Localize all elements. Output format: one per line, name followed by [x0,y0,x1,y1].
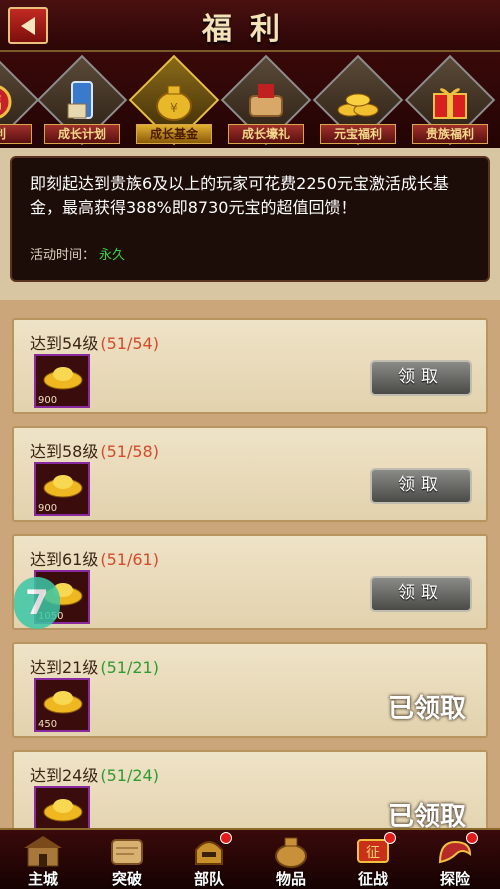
bag-icon [275,837,307,868]
tab-label: 成长壕礼 [228,124,304,144]
claim-button[interactable]: 领取 [370,360,472,396]
city-gate-icon [24,836,62,867]
tab-growth-fund[interactable]: ¥ 成长基金 [128,54,220,148]
reward-card: 达到21级 (51/21) 450 已领取 [12,642,488,738]
activity-time: 活动时间： 永久 [30,244,125,263]
page-title: 福利 [202,12,298,47]
tab-noble-welfare[interactable]: 贵族福利 [404,54,496,148]
level-progress: (51/58) [100,442,159,461]
claim-button[interactable]: 领取 [370,576,472,612]
reward-item-slot[interactable]: 900 [34,354,90,408]
reward-card: 达到58级 (51/58) 900 领取 [12,426,488,522]
level-requirement: 达到58级 (51/58) [30,442,159,461]
nav-label: 突破 [111,870,142,888]
alert-dot [466,832,478,844]
reward-card: 达到54级 (51/54) 900 领取 [12,318,488,414]
alert-dot [384,832,396,844]
tab-label: 成长基金 [136,124,212,144]
reward-card: 达到61级(51/61) 1050 领取 [12,534,488,630]
nav-label: 主城 [27,870,58,888]
tab-welfare[interactable]: 福 福利 [0,54,40,148]
tab-ingot-welfare[interactable]: 元宝福利 [312,54,404,148]
item-quantity: 900 [38,503,58,514]
nav-breakthrough[interactable]: 突破 [92,832,162,888]
level-progress: (51/21) [100,658,159,677]
level-requirement: 达到21级 (51/21) [30,658,159,677]
gold-ingot-icon [43,475,83,498]
level-requirement: 达到61级 (51/61) [30,550,159,569]
scroll-map-icon [111,839,143,865]
reward-item-slot[interactable]: 450 [34,678,90,732]
reward-item-slot[interactable] [34,786,90,830]
nav-items[interactable]: 物品 [256,832,326,888]
tab-label: 成长计划 [44,124,120,144]
gold-ingot-icon [43,799,83,822]
svg-text:¥: ¥ [170,101,178,115]
svg-text:征: 征 [366,845,380,861]
tab-growth-plan[interactable]: 成长计划 [36,54,128,148]
nav-campaign[interactable]: 征 征战 [338,832,408,888]
nav-main-city[interactable]: 主城 [8,832,78,888]
nav-label: 部队 [193,870,224,888]
activity-time-label: 活动时间： [30,248,96,263]
alert-dot [220,832,232,844]
description-text: 即刻起达到贵族6及以上的玩家可花费2250元宝激活成长基金，最高获得388%即8… [30,174,449,217]
nav-label: 征战 [357,870,388,888]
bottom-nav: 主城 突破 部队 物品 征 征战 探险 [0,828,500,889]
gift-box-icon [433,88,467,119]
nav-label: 物品 [275,870,306,888]
gift-scroll-icon [249,84,283,117]
coin-icon: 福 [0,85,12,119]
reward-card: 达到24级 (51/24) 已领取 [12,750,488,830]
scroll-icon [67,81,93,119]
level-requirement: 达到54级 (51/54) [30,334,159,353]
gold-ingot-icon [43,691,83,714]
level-progress: (51/54) [100,334,159,353]
tab-label: 贵族福利 [412,124,488,144]
claim-button[interactable]: 领取 [370,468,472,504]
activity-time-value: 永久 [99,248,126,263]
nav-troops[interactable]: 部队 [174,832,244,888]
description-panel: 即刻起达到贵族6及以上的玩家可花费2250元宝激活成长基金，最高获得388%即8… [10,156,490,282]
level-progress: (51/61) [100,550,159,569]
money-bag-icon: ¥ [156,85,192,121]
reward-list[interactable]: 达到54级 (51/54) 900 领取 达到58级 (51/58) 900 领取 … [0,300,500,830]
tab-label: 元宝福利 [320,124,396,144]
reward-item-slot[interactable]: 900 [34,462,90,516]
claimed-status: 已领取 [387,802,466,830]
gold-ingots-icon [337,93,379,117]
header-bar: 福利 [0,0,500,52]
item-quantity: 450 [38,719,58,730]
level-requirement: 达到24级 (51/24) [30,766,159,785]
claimed-status: 已领取 [387,694,466,724]
gold-ingot-icon [43,367,83,390]
level-progress: (51/24) [100,766,159,785]
tab-growth-gift[interactable]: 成长壕礼 [220,54,312,148]
tab-label: 福利 [0,124,32,144]
nav-expedition[interactable]: 探险 [420,832,490,888]
item-quantity: 900 [38,395,58,406]
floating-assistant-button[interactable]: 7 [14,577,60,629]
nav-label: 探险 [439,870,470,888]
svg-text:福: 福 [0,93,2,112]
tab-bar: 福 福利 成长计划 ¥ 成长基金 成长壕礼 [0,52,500,148]
